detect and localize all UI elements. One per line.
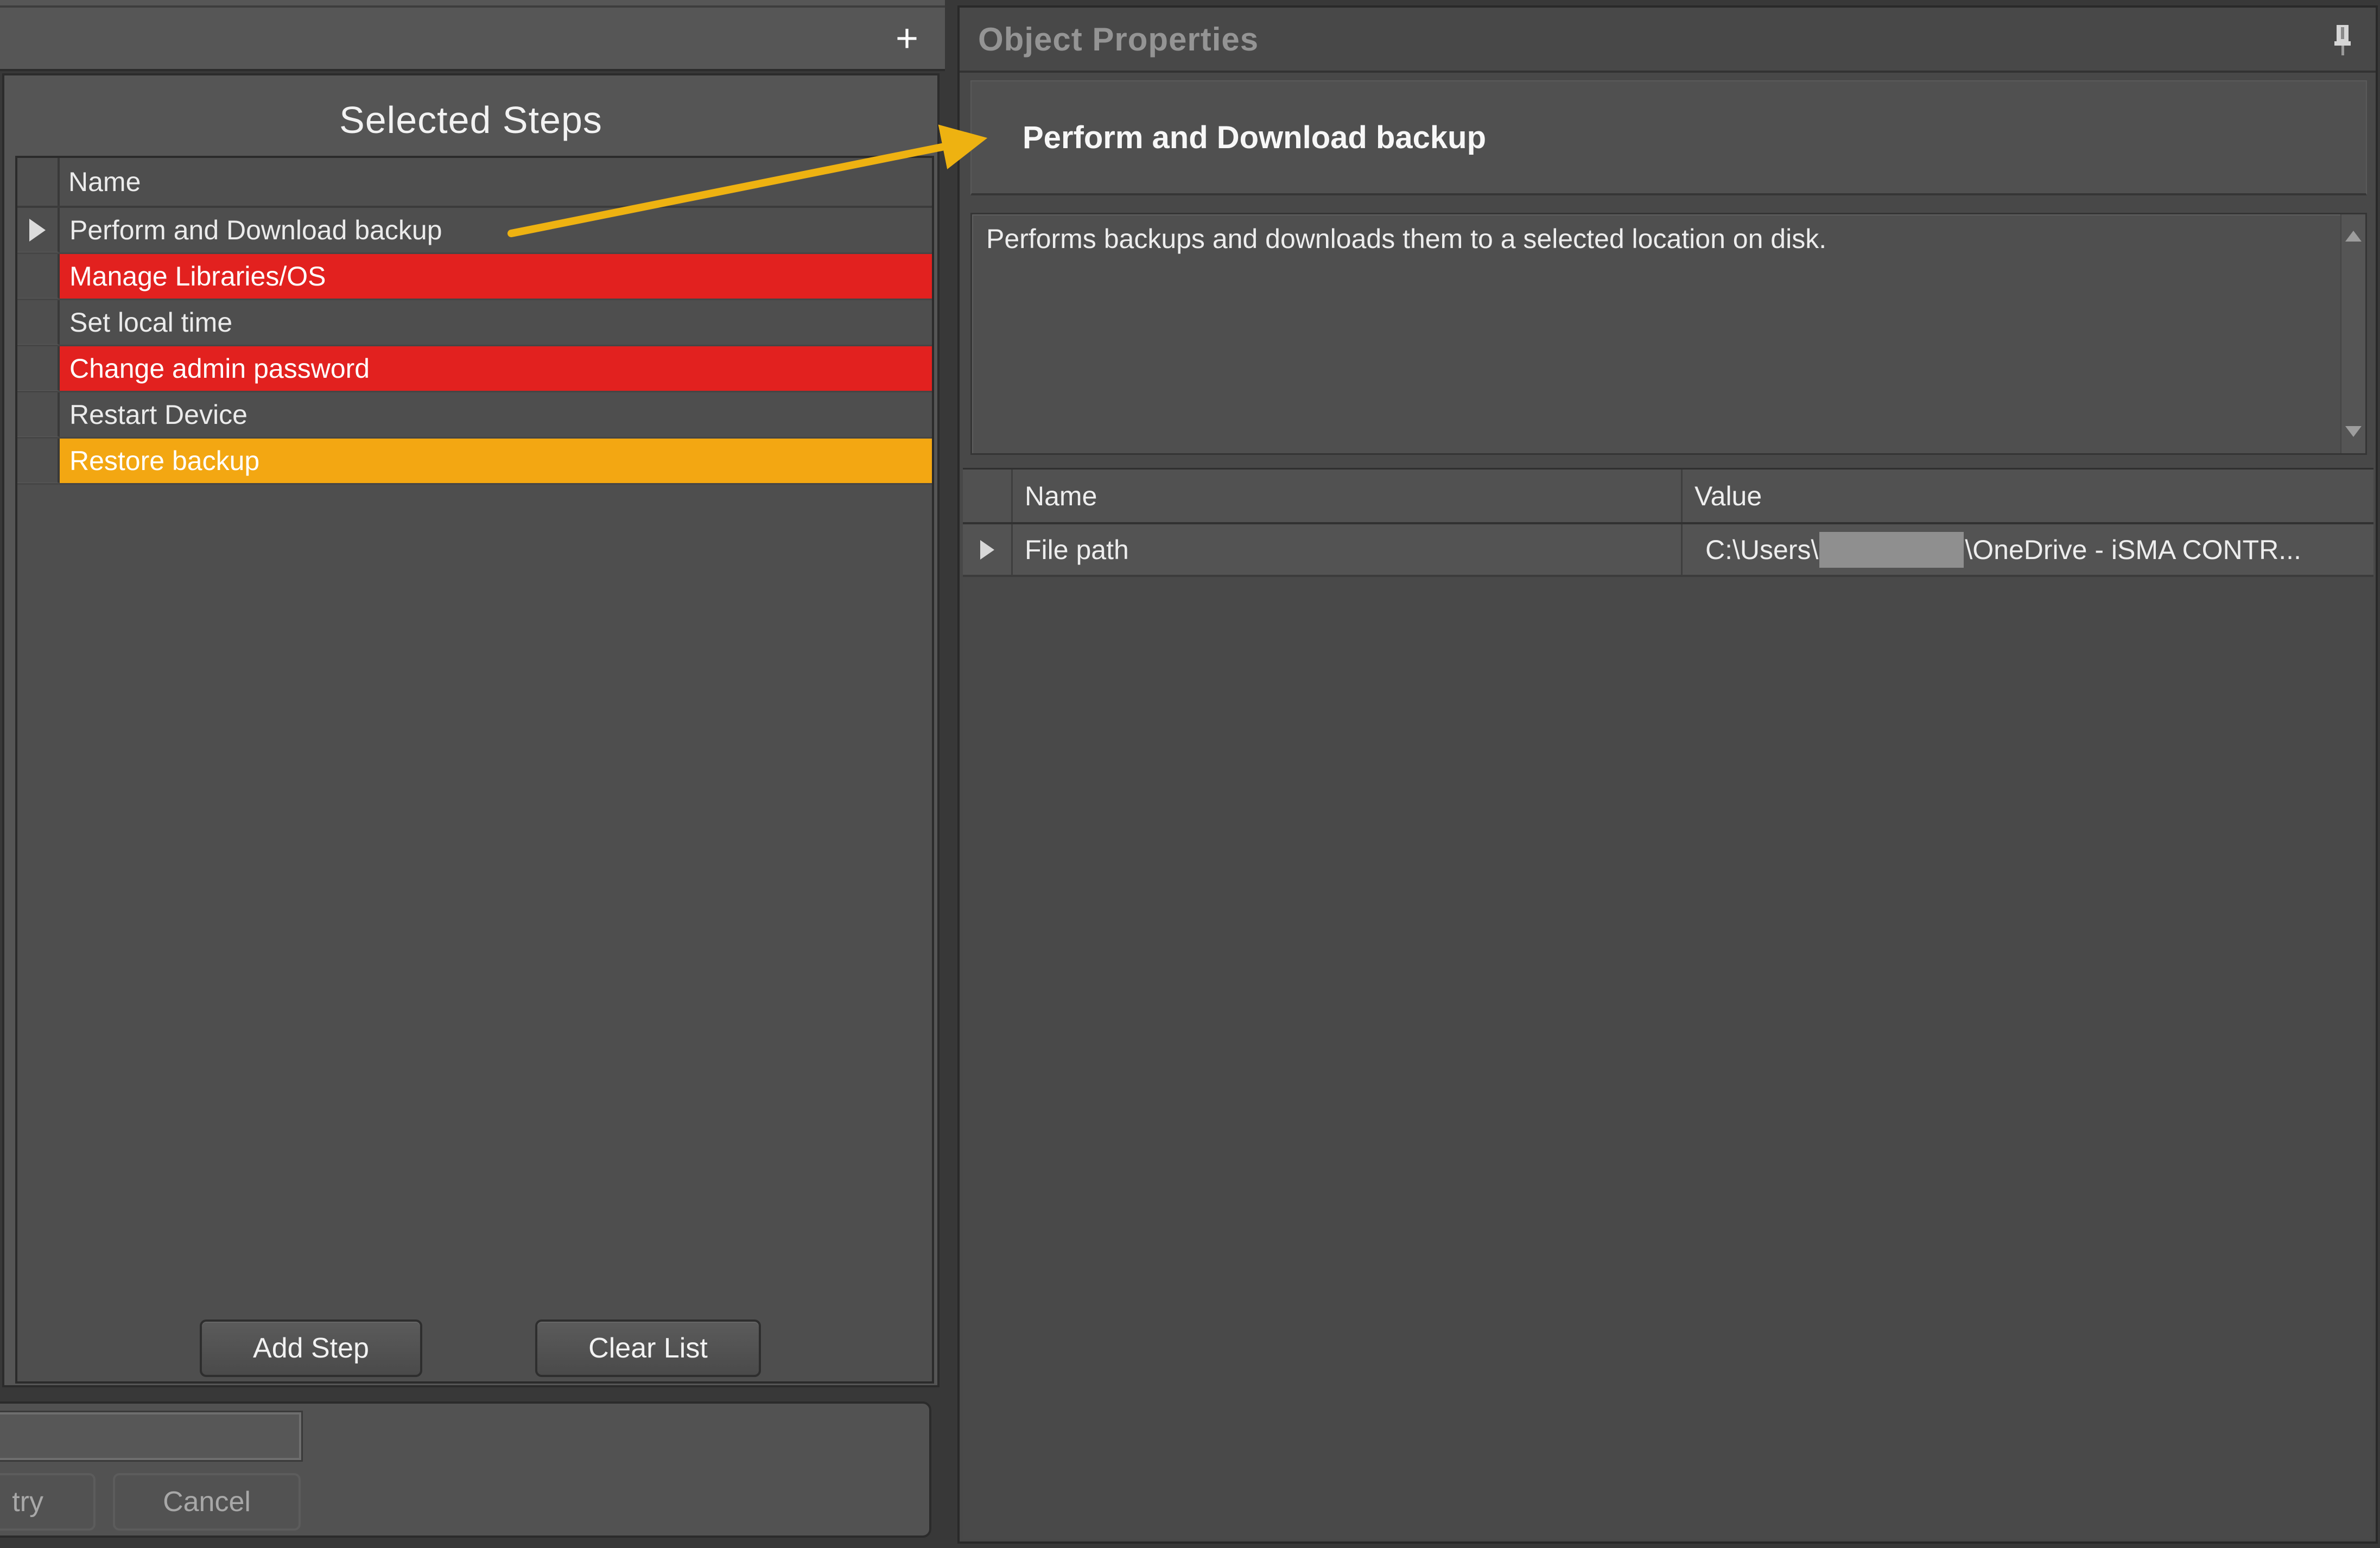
property-value-cell[interactable]: C:\Users\ \OneDrive - iSMA CONTR...: [1683, 524, 2373, 575]
property-row-file-path[interactable]: File path C:\Users\ \OneDrive - iSMA CON…: [963, 524, 2373, 577]
row-selector-cell: [963, 524, 1013, 575]
step-row-set-local-time[interactable]: Set local time: [17, 300, 932, 346]
step-row-restore-backup[interactable]: Restore backup: [17, 439, 932, 485]
step-name-cell: Set local time: [60, 300, 932, 345]
clear-list-button[interactable]: Clear List: [535, 1319, 761, 1377]
description-scrollbar[interactable]: [2340, 214, 2365, 453]
row-selector-cell: [17, 208, 60, 252]
step-row-manage-libraries-os[interactable]: Manage Libraries/OS: [17, 254, 932, 300]
file-path-prefix: C:\Users\: [1705, 534, 1818, 566]
selected-steps-title: Selected Steps: [4, 87, 937, 153]
object-title: Perform and Download backup: [1023, 81, 1486, 193]
bottom-action-panel: try Cancel: [0, 1401, 931, 1538]
row-selector-cell: [17, 392, 60, 437]
row-selector-cell: [17, 346, 60, 391]
object-title-box: Perform and Download backup: [970, 80, 2367, 195]
row-selector-cell: [17, 439, 60, 483]
steps-name-column-header[interactable]: Name: [60, 158, 932, 206]
properties-header-row: Name Value: [963, 470, 2373, 524]
current-row-arrow-icon: [980, 540, 994, 560]
steps-table-header-row: Name: [17, 158, 932, 208]
object-properties-panel: Object Properties Perform and Download b…: [957, 5, 2378, 1544]
add-step-button[interactable]: Add Step: [200, 1319, 422, 1377]
property-name-cell: File path: [1013, 524, 1683, 575]
bottom-text-input[interactable]: [0, 1412, 301, 1460]
step-name-cell: Restart Device: [60, 392, 932, 437]
step-name-cell: Perform and Download backup: [60, 208, 932, 252]
step-name-cell: Change admin password: [60, 346, 932, 391]
properties-name-column-header[interactable]: Name: [1013, 470, 1683, 522]
object-description: Performs backups and downloads them to a…: [986, 221, 2322, 258]
steps-row-selector-header-cell: [17, 158, 60, 206]
object-properties-header: Object Properties: [978, 8, 1259, 71]
pin-icon[interactable]: [2330, 23, 2355, 59]
properties-table: Name Value File path C:\Users\ \OneDrive…: [963, 468, 2373, 1539]
selected-steps-table: Name Perform and Download backup Manage …: [15, 156, 934, 1384]
step-row-change-admin-password[interactable]: Change admin password: [17, 346, 932, 392]
row-selector-cell: [17, 300, 60, 345]
step-name-cell: Restore backup: [60, 439, 932, 483]
step-name-cell: Manage Libraries/OS: [60, 254, 932, 299]
scroll-down-icon[interactable]: [2345, 426, 2362, 437]
file-path-suffix: \OneDrive - iSMA CONTR...: [1965, 534, 2301, 566]
object-description-box: Performs backups and downloads them to a…: [970, 213, 2367, 455]
left-dock-tab-bar: +: [0, 0, 945, 71]
header-divider: [960, 71, 2376, 73]
tab-bar-divider: [0, 5, 945, 8]
redacted-username-box: [1819, 532, 1964, 568]
step-row-restart-device[interactable]: Restart Device: [17, 392, 932, 439]
add-tab-plus-icon[interactable]: +: [885, 8, 929, 69]
properties-row-selector-header-cell: [963, 470, 1013, 522]
clipped-retry-button[interactable]: try: [0, 1473, 96, 1531]
properties-value-column-header[interactable]: Value: [1683, 470, 2373, 522]
cancel-button[interactable]: Cancel: [113, 1473, 301, 1531]
step-row-perform-and-download-backup[interactable]: Perform and Download backup: [17, 208, 932, 254]
row-selector-cell: [17, 254, 60, 299]
current-row-arrow-icon: [29, 219, 46, 242]
scroll-up-icon[interactable]: [2345, 231, 2362, 242]
selected-steps-panel: Selected Steps Name Perform and Download…: [2, 73, 940, 1387]
